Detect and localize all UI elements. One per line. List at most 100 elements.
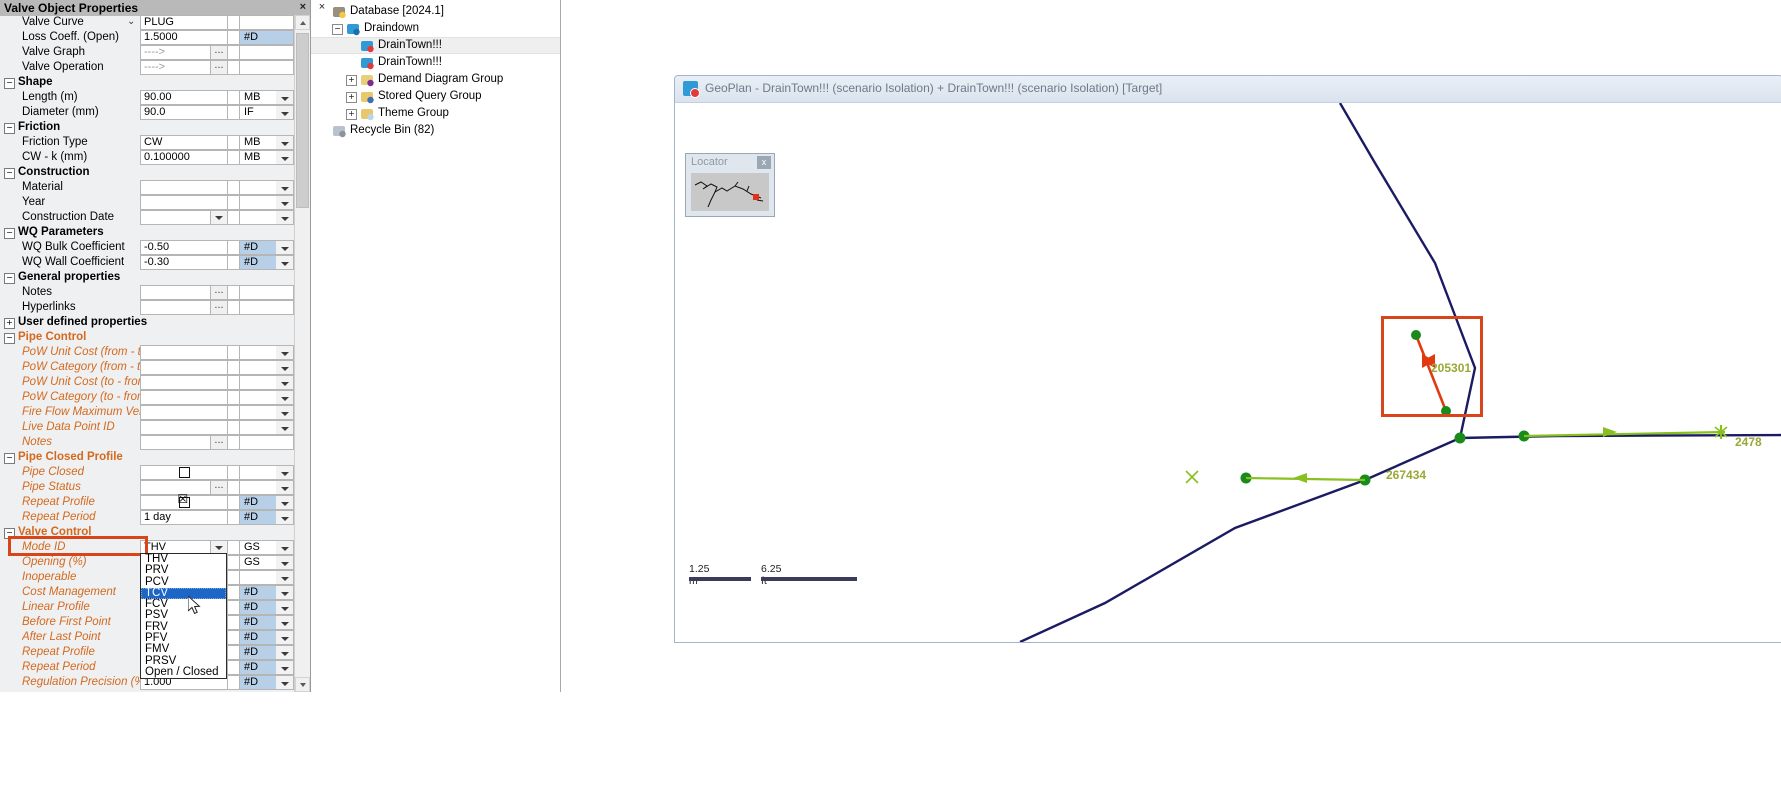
row-dropdown-icon[interactable] — [276, 240, 294, 255]
tree-item[interactable]: + Theme Group — [320, 105, 560, 122]
row-dropdown-icon[interactable] — [276, 615, 294, 630]
row-dropdown-icon[interactable] — [276, 210, 294, 225]
property-value-cell[interactable] — [140, 360, 228, 375]
scroll-down-icon[interactable] — [295, 677, 310, 692]
checkbox-unchecked-icon[interactable] — [178, 467, 190, 478]
property-checkbox-cell[interactable] — [140, 493, 228, 510]
property-value-cell[interactable]: CW — [140, 135, 228, 150]
tree-item[interactable]: DrainTown!!! — [320, 54, 560, 71]
row-dropdown-icon[interactable] — [276, 360, 294, 375]
expand-icon[interactable]: + — [4, 318, 15, 329]
property-value-cell[interactable] — [140, 420, 228, 435]
dropdown-option[interactable]: FMV — [141, 643, 226, 655]
network-map[interactable] — [675, 103, 1781, 642]
property-value-cell[interactable] — [140, 390, 228, 405]
property-value-cell[interactable]: -0.50 — [140, 240, 228, 255]
row-dropdown-icon[interactable] — [276, 555, 294, 570]
locator-minimap[interactable] — [691, 173, 769, 211]
ellipsis-button[interactable]: ... — [210, 286, 227, 299]
collapse-icon[interactable]: − — [4, 123, 15, 134]
property-value-cell[interactable]: ---->... — [140, 45, 228, 60]
property-value-cell[interactable]: 1.5000 — [140, 30, 228, 45]
ellipsis-button[interactable]: ... — [210, 436, 227, 449]
row-dropdown-icon[interactable] — [276, 345, 294, 360]
scrollbar-thumb[interactable] — [296, 33, 309, 208]
property-value-cell[interactable]: ... — [140, 285, 228, 300]
mode-id-dropdown-list[interactable]: THV PRV PCV TCV FCV PSV FRV PFV FMV PRSV Open / Cl… — [140, 553, 227, 680]
property-checkbox-cell[interactable] — [140, 465, 228, 480]
ellipsis-button[interactable]: ... — [210, 301, 227, 314]
locator-panel: Locator x — [685, 153, 775, 217]
property-value-cell[interactable]: -0.30 — [140, 255, 228, 270]
row-dropdown-icon[interactable] — [276, 495, 294, 510]
property-value-cell[interactable] — [140, 195, 228, 210]
row-dropdown-icon[interactable] — [276, 585, 294, 600]
row-dropdown-icon[interactable] — [276, 90, 294, 105]
row-dropdown-icon[interactable] — [276, 600, 294, 615]
dropdown-option[interactable]: Open / Closed — [141, 666, 226, 678]
row-dropdown-icon[interactable] — [276, 510, 294, 525]
row-dropdown-icon[interactable] — [276, 150, 294, 165]
geoplan-title-bar[interactable]: GeoPlan - DrainTown!!! (scenario Isolati… — [675, 76, 1781, 103]
row-dropdown-icon[interactable] — [276, 480, 294, 495]
row-dropdown-icon[interactable] — [276, 405, 294, 420]
row-dropdown-icon[interactable] — [276, 675, 294, 690]
tree-item[interactable]: + Demand Diagram Group — [320, 71, 560, 88]
property-value-cell[interactable] — [140, 375, 228, 390]
tree-expand-icon[interactable]: + — [346, 75, 357, 86]
tree-expand-icon[interactable]: + — [346, 109, 357, 120]
collapse-icon[interactable]: − — [4, 228, 15, 239]
row-dropdown-icon[interactable] — [276, 570, 294, 585]
row-dropdown-icon[interactable] — [276, 180, 294, 195]
property-value-cell[interactable] — [140, 210, 228, 225]
property-value-cell[interactable]: PLUG — [140, 15, 228, 30]
row-dropdown-icon[interactable] — [276, 390, 294, 405]
tree-collapse-icon[interactable]: − — [332, 24, 343, 35]
row-dropdown-icon[interactable] — [276, 195, 294, 210]
tree-expand-icon[interactable]: + — [346, 92, 357, 103]
property-value-cell[interactable]: 90.00 — [140, 90, 228, 105]
row-dropdown-icon[interactable] — [276, 645, 294, 660]
collapse-icon[interactable]: − — [4, 78, 15, 89]
tree-item[interactable]: + Stored Query Group — [320, 88, 560, 105]
row-dropdown-icon[interactable] — [276, 255, 294, 270]
property-group-label: Friction — [18, 121, 61, 133]
property-value-cell[interactable]: 1 day — [140, 510, 228, 525]
properties-scrollbar[interactable] — [294, 15, 310, 692]
dropdown-option[interactable]: PRV — [141, 564, 226, 576]
property-value-cell[interactable]: ... — [140, 435, 228, 450]
ellipsis-button[interactable]: ... — [210, 481, 227, 494]
property-value-cell[interactable]: 90.0 — [140, 105, 228, 120]
tree-item[interactable]: − Draindown — [320, 20, 560, 37]
scroll-up-icon[interactable] — [295, 15, 310, 30]
collapse-icon[interactable]: − — [4, 333, 15, 344]
row-dropdown-icon[interactable] — [276, 465, 294, 480]
ellipsis-button[interactable]: ... — [210, 46, 227, 59]
row-dropdown-icon[interactable] — [276, 420, 294, 435]
row-dropdown-icon[interactable] — [276, 660, 294, 675]
ellipsis-button[interactable]: ... — [210, 61, 227, 74]
property-value-cell[interactable] — [140, 405, 228, 420]
geoplan-canvas[interactable]: 205301 267434 2478 Locator x 1.25 m 6.25… — [675, 103, 1781, 642]
tree-item[interactable]: Recycle Bin (82) — [320, 122, 560, 139]
dropdown-arrow-icon[interactable] — [210, 211, 227, 224]
property-value-cell[interactable]: ---->... — [140, 60, 228, 75]
property-value-cell[interactable]: 0.100000 — [140, 150, 228, 165]
row-dropdown-icon[interactable] — [276, 135, 294, 150]
collapse-icon[interactable]: − — [4, 168, 15, 179]
row-dropdown-icon[interactable] — [276, 540, 294, 555]
row-dropdown-icon[interactable] — [276, 105, 294, 120]
property-value-cell[interactable] — [140, 345, 228, 360]
collapse-icon[interactable]: − — [4, 273, 15, 284]
collapse-icon[interactable]: − — [4, 453, 15, 464]
tree-item[interactable]: Database [2024.1] — [320, 3, 560, 20]
checkbox-checked-icon[interactable] — [178, 493, 190, 508]
row-dropdown-icon[interactable] — [276, 375, 294, 390]
property-value-cell[interactable]: ... — [140, 300, 228, 315]
property-value-cell[interactable] — [140, 180, 228, 195]
close-icon[interactable]: × — [300, 1, 306, 13]
tree-item[interactable]: DrainTown!!! — [311, 37, 560, 54]
chevron-down-icon[interactable]: ⌄ — [127, 16, 135, 27]
row-dropdown-icon[interactable] — [276, 630, 294, 645]
locator-close-icon[interactable]: x — [757, 156, 771, 169]
